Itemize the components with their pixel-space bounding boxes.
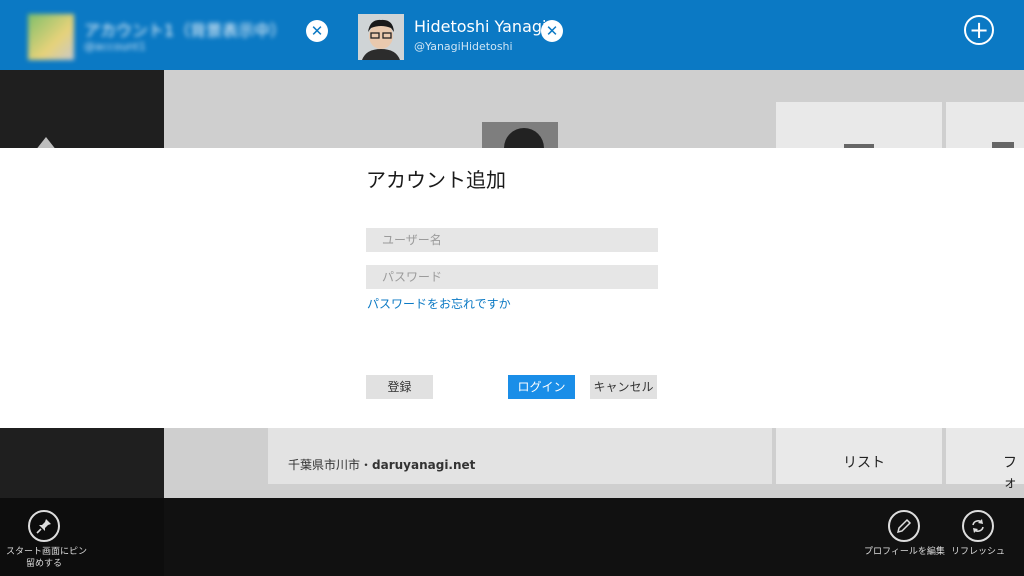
profile-location: 千葉県市川市・daruyanagi.net — [288, 456, 475, 473]
location-text: 千葉県市川市・ — [288, 458, 373, 472]
edit-profile-label: プロフィールを編集 — [864, 547, 945, 557]
edit-profile-button[interactable]: プロフィールを編集 — [864, 510, 945, 558]
pin-label-2: 留めする — [25, 559, 62, 569]
edit-icon — [888, 510, 920, 542]
account-bar: アカウント1（背景表示中） @account1 ✕ Hidetoshi Yana… — [0, 0, 1024, 70]
register-button[interactable]: 登録 — [366, 375, 433, 399]
password-input[interactable] — [366, 265, 658, 289]
close-icon[interactable]: ✕ — [306, 20, 328, 42]
account-name: アカウント1（背景表示中） — [84, 21, 287, 40]
stat-tile[interactable] — [776, 102, 942, 148]
forgot-password-link[interactable]: パスワードをお忘れですか — [367, 295, 511, 312]
avatar — [358, 14, 404, 60]
pin-to-start-button[interactable]: スタート画面にピン 留めする — [6, 510, 88, 570]
dialog-title: アカウント追加 — [366, 168, 506, 192]
avatar — [28, 14, 74, 60]
username-input[interactable] — [366, 228, 658, 252]
profile-photo — [482, 122, 558, 148]
pin-icon — [28, 510, 60, 542]
website-link[interactable]: daruyanagi.net — [372, 458, 475, 472]
photos-tile-label: フォ — [1003, 455, 1017, 491]
lists-tile-label: リスト — [843, 455, 885, 471]
account-handle: @YanagiHidetoshi — [414, 40, 513, 53]
stat-tile[interactable] — [946, 102, 1024, 148]
account-handle: @account1 — [84, 40, 146, 53]
refresh-label: リフレッシュ — [950, 547, 1005, 557]
login-button[interactable]: ログイン — [508, 375, 575, 399]
app-bar: スタート画面にピン 留めする プロフィールを編集 リフレッシュ — [0, 498, 1024, 576]
pin-label-1: スタート画面にピン — [6, 547, 88, 557]
close-icon[interactable]: ✕ — [541, 20, 563, 42]
add-account-icon[interactable]: + — [964, 15, 994, 45]
refresh-icon — [962, 510, 994, 542]
account-name: Hidetoshi Yanagi — [414, 17, 547, 36]
refresh-button[interactable]: リフレッシュ — [948, 510, 1008, 558]
cancel-button[interactable]: キャンセル — [590, 375, 657, 399]
